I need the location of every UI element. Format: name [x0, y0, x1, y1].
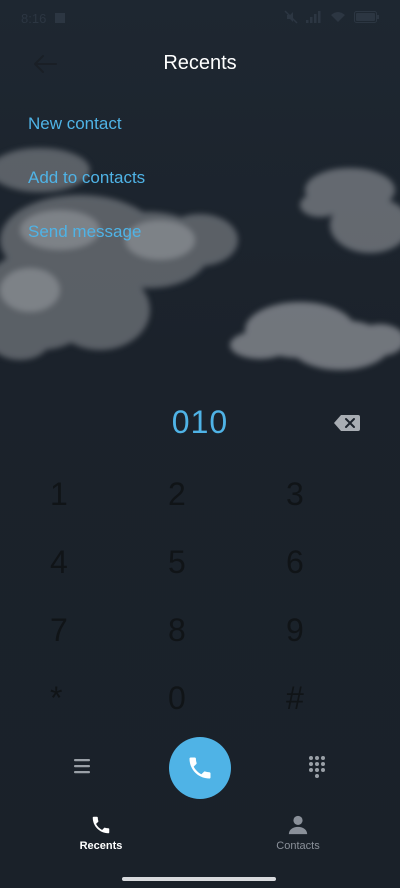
- signal-icon: [306, 10, 322, 28]
- notification-icon: [55, 13, 65, 23]
- key-5[interactable]: 5: [168, 536, 278, 592]
- key-digit: 0: [168, 680, 186, 716]
- key-hash[interactable]: #: [286, 672, 396, 728]
- page-title: Recents: [163, 52, 237, 74]
- dialpad-icon: [309, 756, 325, 778]
- battery-icon: [354, 10, 380, 28]
- key-digit: 1: [50, 476, 68, 512]
- status-time: 8:16: [21, 11, 47, 26]
- phone-icon: [92, 816, 110, 834]
- home-indicator[interactable]: [122, 877, 276, 881]
- nav-recents[interactable]: Recents: [51, 814, 151, 858]
- key-digit: 7: [50, 612, 68, 648]
- key-3[interactable]: 3: [286, 468, 396, 524]
- wifi-icon: [330, 10, 346, 28]
- status-icons: [284, 9, 380, 29]
- key-2[interactable]: 2: [168, 468, 278, 524]
- key-star[interactable]: *: [50, 672, 160, 728]
- key-digit: 6: [286, 544, 304, 580]
- key-digit: 5: [168, 544, 186, 580]
- key-8[interactable]: 8: [168, 604, 278, 660]
- key-digit: #: [286, 680, 304, 716]
- backspace-button[interactable]: [333, 413, 361, 433]
- key-digit: 9: [286, 612, 304, 648]
- key-digit: 3: [286, 476, 304, 512]
- status-bar: 8:16: [0, 0, 400, 38]
- key-6[interactable]: 6: [286, 536, 396, 592]
- nav-label: Contacts: [276, 840, 320, 852]
- key-digit: 4: [50, 544, 68, 580]
- key-digit: *: [50, 680, 63, 716]
- new-contact-option[interactable]: New contact: [28, 114, 122, 134]
- key-4[interactable]: 4: [50, 536, 160, 592]
- person-icon: [288, 815, 308, 835]
- key-7[interactable]: 7: [50, 604, 160, 660]
- key-digit: 2: [168, 476, 186, 512]
- call-button[interactable]: [169, 737, 231, 799]
- menu-button[interactable]: [72, 756, 94, 776]
- key-1[interactable]: 1: [50, 468, 160, 524]
- dialpad-toggle-button[interactable]: [306, 754, 328, 778]
- send-message-option[interactable]: Send message: [28, 222, 141, 242]
- nav-contacts[interactable]: Contacts: [248, 814, 348, 858]
- key-9[interactable]: 9: [286, 604, 396, 660]
- mute-icon: [284, 9, 298, 29]
- key-0[interactable]: 0: [168, 672, 278, 728]
- add-to-contacts-option[interactable]: Add to contacts: [28, 168, 145, 188]
- dialer-screen: 8:16 Recents New contact Add to contacts…: [0, 0, 400, 888]
- phone-icon: [189, 757, 211, 779]
- menu-lines-icon: [74, 759, 90, 774]
- nav-label: Recents: [79, 840, 123, 852]
- keypad: 1 2 3 4 5 6 7 8 9 * 0 #: [0, 460, 400, 740]
- backspace-icon: [334, 415, 360, 431]
- key-digit: 8: [168, 612, 186, 648]
